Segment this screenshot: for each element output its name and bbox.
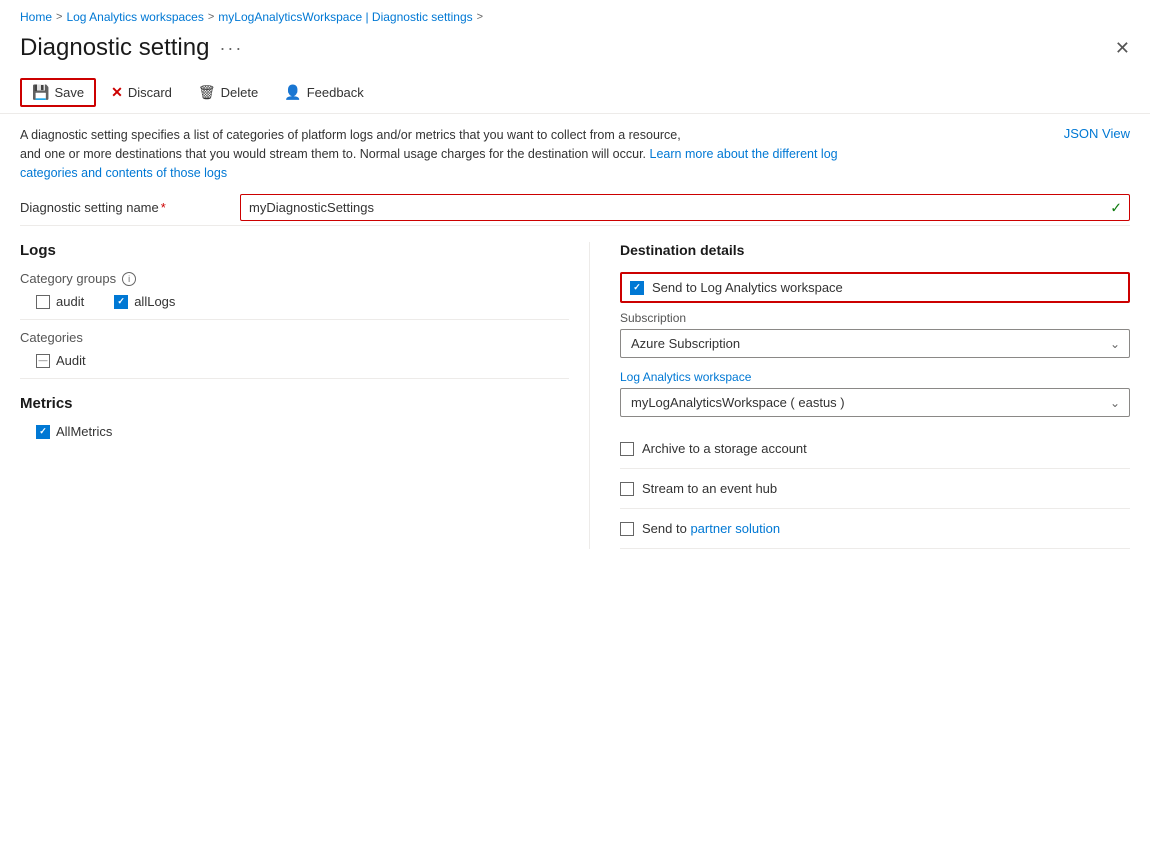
subscription-select[interactable]: Azure Subscription — [620, 329, 1130, 358]
categories-label: Categories — [20, 330, 569, 345]
subscription-label: Subscription — [620, 311, 1130, 325]
category-groups-info-icon[interactable]: i — [122, 272, 136, 286]
right-column: Destination details Send to Log Analytic… — [590, 242, 1130, 549]
delete-icon: 🗑 — [198, 84, 216, 101]
description-line2: and one or more destinations that you wo… — [20, 147, 646, 161]
form-content: Diagnostic setting name* ✓ Logs Category… — [0, 194, 1150, 549]
setting-name-input[interactable] — [240, 194, 1130, 221]
page-title: Diagnostic setting — [20, 34, 209, 62]
discard-icon: ✕ — [111, 84, 123, 101]
divider-1 — [20, 319, 569, 320]
divider-2 — [20, 378, 569, 379]
breadcrumb-sep-1: > — [56, 11, 62, 23]
category-groups-checkboxes: audit allLogs — [36, 294, 569, 309]
storage-checkbox[interactable] — [620, 442, 634, 456]
event-hub-label[interactable]: Stream to an event hub — [642, 481, 777, 496]
workspace-label: Log Analytics workspace — [620, 370, 1130, 384]
delete-label: Delete — [221, 85, 259, 100]
allLogs-checkbox-item[interactable]: allLogs — [114, 294, 175, 309]
discard-button[interactable]: ✕ Discard — [100, 78, 183, 107]
left-column: Logs Category groups i audit allLogs Cat… — [20, 242, 590, 549]
partner-label[interactable]: Send to partner solution — [642, 521, 780, 536]
all-metrics-checkbox[interactable] — [36, 425, 50, 439]
toolbar: 💾 Save ✕ Discard 🗑 Delete 👤 Feedback — [0, 72, 1150, 114]
feedback-button[interactable]: 👤 Feedback — [273, 78, 375, 107]
save-label: Save — [54, 85, 84, 100]
storage-label[interactable]: Archive to a storage account — [642, 441, 807, 456]
description-line1: A diagnostic setting specifies a list of… — [20, 128, 681, 142]
setting-name-label: Diagnostic setting name* — [20, 200, 240, 215]
breadcrumb-sep-3: > — [477, 11, 483, 23]
breadcrumb-sep-2: > — [208, 11, 214, 23]
event-hub-checkbox[interactable] — [620, 482, 634, 496]
all-metrics-label: AllMetrics — [56, 424, 112, 439]
workspace-select[interactable]: myLogAnalyticsWorkspace ( eastus ) — [620, 388, 1130, 417]
metrics-section-heading: Metrics — [20, 395, 569, 412]
workspace-select-wrapper: myLogAnalyticsWorkspace ( eastus ) ⌄ — [620, 388, 1130, 417]
audit-category-checkbox[interactable] — [36, 354, 50, 368]
audit-label: audit — [56, 294, 84, 309]
partner-checkbox[interactable] — [620, 522, 634, 536]
breadcrumb: Home > Log Analytics workspaces > myLogA… — [0, 0, 1150, 30]
event-hub-dest-option: Stream to an event hub — [620, 469, 1130, 509]
subscription-field: Subscription Azure Subscription ⌄ — [620, 311, 1130, 358]
log-analytics-label[interactable]: Send to Log Analytics workspace — [652, 280, 843, 295]
save-button[interactable]: 💾 Save — [20, 78, 96, 107]
audit-category-item[interactable]: Audit — [36, 353, 569, 368]
subscription-select-wrapper: Azure Subscription ⌄ — [620, 329, 1130, 358]
audit-checkbox[interactable] — [36, 295, 50, 309]
two-column-layout: Logs Category groups i audit allLogs Cat… — [20, 242, 1130, 549]
feedback-icon: 👤 — [284, 84, 301, 101]
audit-checkbox-item[interactable]: audit — [36, 294, 84, 309]
breadcrumb-log-analytics[interactable]: Log Analytics workspaces — [66, 10, 203, 24]
page-title-row: Diagnostic setting ··· — [20, 34, 243, 62]
discard-label: Discard — [128, 85, 172, 100]
allLogs-checkbox[interactable] — [114, 295, 128, 309]
setting-name-row: Diagnostic setting name* ✓ — [20, 194, 1130, 226]
breadcrumb-diagnostic-settings[interactable]: myLogAnalyticsWorkspace | Diagnostic set… — [218, 10, 472, 24]
destination-heading: Destination details — [620, 242, 1130, 258]
validation-check-icon: ✓ — [1110, 199, 1122, 216]
required-star: * — [161, 200, 166, 215]
json-view-link[interactable]: JSON View — [1064, 126, 1130, 141]
description-text: A diagnostic setting specifies a list of… — [20, 126, 840, 182]
all-metrics-checkbox-item[interactable]: AllMetrics — [36, 424, 112, 439]
feedback-label: Feedback — [307, 85, 364, 100]
page-header: Diagnostic setting ··· ✕ — [0, 30, 1150, 72]
allLogs-label: allLogs — [134, 294, 175, 309]
partner-link-text: partner solution — [690, 521, 780, 536]
partner-dest-option: Send to partner solution — [620, 509, 1130, 549]
category-groups-heading: Category groups i — [20, 271, 569, 286]
audit-category-label: Audit — [56, 353, 86, 368]
metrics-section: Metrics AllMetrics — [20, 395, 569, 439]
storage-dest-option: Archive to a storage account — [620, 429, 1130, 469]
delete-button[interactable]: 🗑 Delete — [187, 78, 269, 107]
more-options-icon[interactable]: ··· — [219, 38, 243, 59]
description-area: A diagnostic setting specifies a list of… — [0, 114, 1150, 194]
logs-section-heading: Logs — [20, 242, 569, 259]
breadcrumb-home[interactable]: Home — [20, 10, 52, 24]
log-analytics-dest-option: Send to Log Analytics workspace — [620, 272, 1130, 303]
close-button[interactable]: ✕ — [1115, 38, 1130, 59]
save-icon: 💾 — [32, 84, 49, 101]
workspace-field: Log Analytics workspace myLogAnalyticsWo… — [620, 370, 1130, 417]
setting-name-input-wrapper: ✓ — [240, 194, 1130, 221]
metrics-checkboxes: AllMetrics — [36, 424, 569, 439]
log-analytics-checkbox[interactable] — [630, 281, 644, 295]
